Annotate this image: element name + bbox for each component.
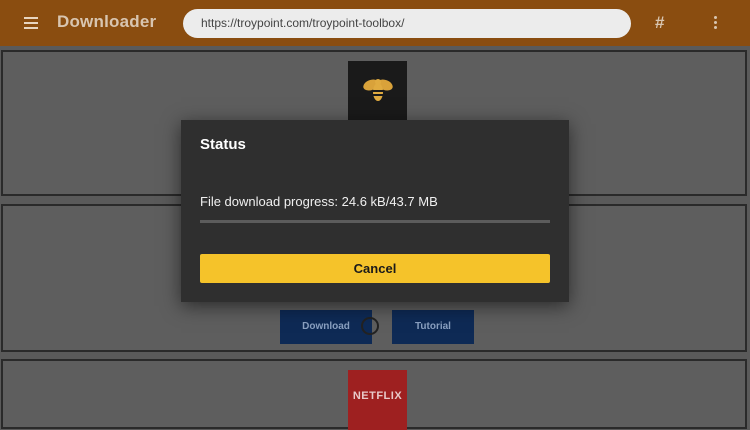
netflix-logo-thumbnail[interactable]: NETFLIX xyxy=(348,370,407,430)
tutorial-button[interactable]: Tutorial xyxy=(392,310,474,344)
dialog-title: Status xyxy=(200,136,246,153)
download-progress-text: File download progress: 24.6 kB/43.7 MB xyxy=(200,194,438,209)
more-vertical-icon[interactable] xyxy=(714,16,718,31)
top-bar: Downloader https://troypoint.com/troypoi… xyxy=(0,0,750,46)
url-input[interactable]: https://troypoint.com/troypoint-toolbox/ xyxy=(183,9,631,38)
app-title: Downloader xyxy=(57,12,157,31)
cancel-button[interactable]: Cancel xyxy=(200,254,550,283)
status-dialog: Status File download progress: 24.6 kB/4… xyxy=(181,120,569,302)
bee-icon xyxy=(363,79,393,101)
download-progress-bar xyxy=(200,220,550,223)
hamburger-menu-icon[interactable] xyxy=(24,17,38,29)
content-card: NETFLIX xyxy=(1,359,747,430)
bee-logo-thumbnail[interactable] xyxy=(348,61,407,120)
netflix-logo-text: NETFLIX xyxy=(352,390,403,402)
loading-spinner-icon xyxy=(361,317,379,335)
hash-icon[interactable]: # xyxy=(655,13,664,33)
download-button[interactable]: Download xyxy=(280,310,372,344)
